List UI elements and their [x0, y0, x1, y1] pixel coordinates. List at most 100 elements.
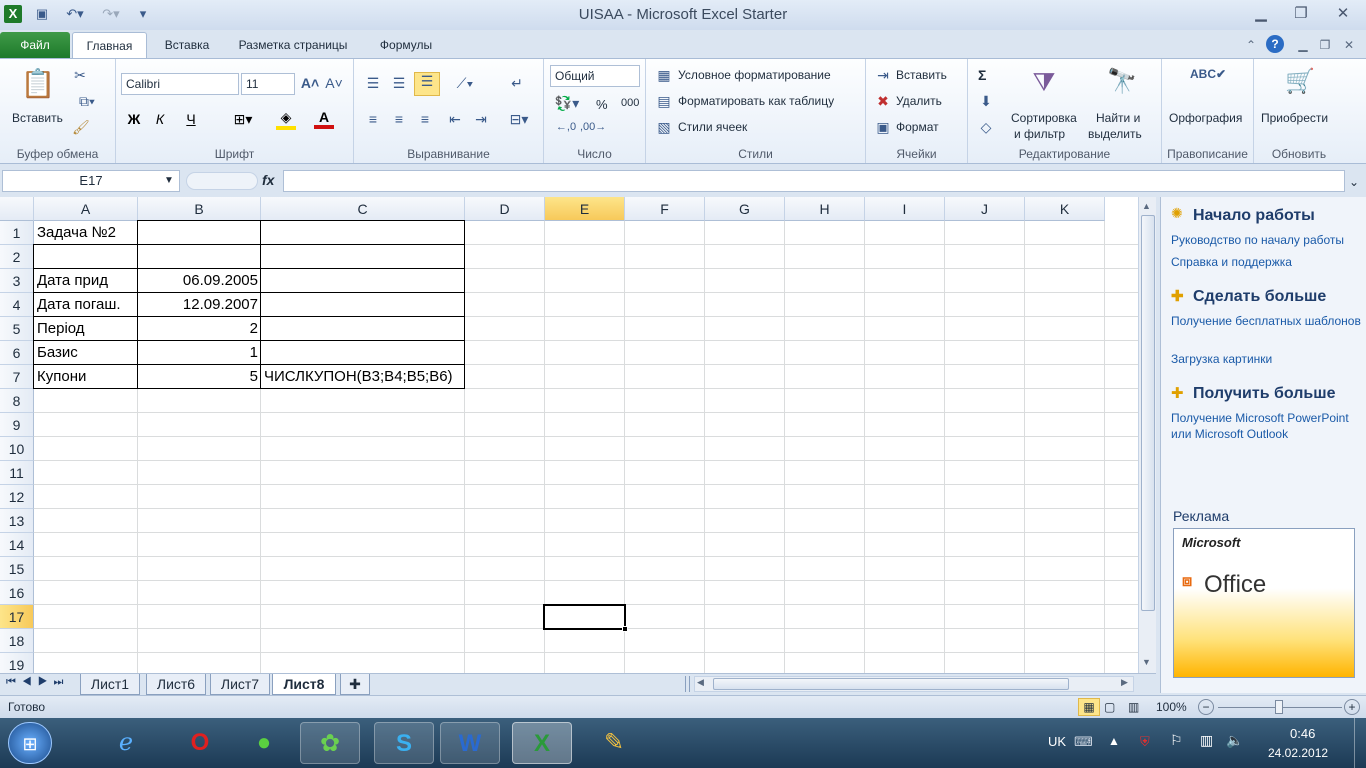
tab-page-layout[interactable]: Разметка страницы — [228, 32, 358, 58]
row-header-15[interactable]: 15 — [0, 557, 34, 581]
scroll-right-icon[interactable]: ▶ — [1121, 677, 1128, 688]
flag-icon[interactable]: ⚐ — [1170, 732, 1183, 749]
volume-icon[interactable]: 🔈 — [1226, 732, 1243, 749]
tab-home[interactable]: Главная — [72, 32, 147, 58]
spelling-icon[interactable]: ABC✔ — [1190, 67, 1226, 81]
select-all-corner[interactable] — [0, 197, 34, 221]
decrease-decimal-icon[interactable]: ,00→ — [580, 121, 606, 133]
show-desktop-button[interactable] — [1354, 718, 1366, 768]
row-header-6[interactable]: 6 — [0, 341, 34, 365]
fill-handle[interactable] — [622, 626, 628, 632]
row-header-8[interactable]: 8 — [0, 389, 34, 413]
tab-file[interactable]: Файл — [0, 32, 70, 58]
security-icon[interactable]: ⛨ — [1140, 734, 1150, 750]
shrink-font-icon[interactable]: A˅ — [324, 75, 344, 91]
normal-view-icon[interactable]: ▦ — [1078, 698, 1100, 716]
number-format-combo[interactable]: Общий — [550, 65, 640, 87]
row-header-5[interactable]: 5 — [0, 317, 34, 341]
spreadsheet-grid[interactable]: ABCDEFGHIJK 1 2 3 4 5 6 7 8 9 10 11 12 13 14 15 16 17 18 1… — [0, 197, 1138, 673]
insert-cells-icon[interactable]: ⇥ — [874, 67, 892, 84]
start-button-icon[interactable]: ⊞ — [8, 722, 52, 764]
font-size-combo[interactable]: 11 — [241, 73, 295, 95]
cell-A4[interactable]: Дата погаш. — [34, 293, 138, 317]
insert-function-icon[interactable]: fx — [262, 172, 274, 188]
conditional-format-button[interactable]: Условное форматирование — [678, 68, 831, 82]
horizontal-scrollbar[interactable]: ◀ ▶ — [694, 676, 1134, 692]
network-icon[interactable]: ▥ — [1200, 732, 1213, 749]
link-clipart[interactable]: Загрузка картинки — [1171, 351, 1361, 367]
row-header-14[interactable]: 14 — [0, 533, 34, 557]
column-header-I[interactable]: I — [865, 197, 945, 221]
sheet-tab-6[interactable]: Лист6 — [146, 674, 206, 695]
row-header-3[interactable]: 3 — [0, 269, 34, 293]
zoom-level[interactable]: 100% — [1156, 700, 1187, 714]
row-header-16[interactable]: 16 — [0, 581, 34, 605]
column-header-J[interactable]: J — [945, 197, 1025, 221]
align-left-icon[interactable]: ≡ — [364, 111, 382, 127]
wrap-text-icon[interactable]: ↵ — [506, 75, 528, 92]
tab-insert[interactable]: Вставка — [152, 32, 222, 58]
row-header-2[interactable]: 2 — [0, 245, 34, 269]
page-layout-view-icon[interactable]: ▢ — [1104, 700, 1115, 714]
sort-filter-label1[interactable]: Сортировка — [1011, 111, 1077, 125]
cell-A5[interactable]: Період — [34, 317, 138, 341]
row-header-18[interactable]: 18 — [0, 629, 34, 653]
increase-indent-icon[interactable]: ⇥ — [472, 111, 490, 128]
zoom-out-icon[interactable]: − — [1198, 699, 1214, 715]
font-color-icon[interactable]: A — [314, 109, 334, 129]
ie-icon[interactable]: ℯ — [96, 722, 156, 764]
purchase-icon[interactable]: 🛒 — [1282, 67, 1318, 96]
paste-button[interactable]: Вставить — [12, 111, 63, 125]
keyboard-icon[interactable]: ⌨ — [1074, 734, 1093, 750]
cell-B4[interactable]: 12.09.2007 — [138, 293, 261, 317]
font-name-combo[interactable]: Calibri — [121, 73, 239, 95]
fill-icon[interactable]: ⬇ — [976, 93, 996, 110]
increase-decimal-icon[interactable]: ←,0 — [554, 121, 578, 133]
vertical-scrollbar[interactable]: ▲ ▼ — [1138, 197, 1156, 673]
close-icon[interactable]: ✕ — [1330, 4, 1356, 24]
column-header-C[interactable]: C — [261, 197, 465, 221]
copy-icon[interactable]: ⧉▾ — [72, 93, 102, 110]
help-icon[interactable]: ? — [1266, 35, 1284, 53]
paste-icon[interactable]: 📋 — [20, 67, 56, 103]
row-header-19[interactable]: 19 — [0, 653, 34, 673]
insert-sheet-icon[interactable]: ✚ — [340, 674, 370, 695]
thousands-button[interactable]: 000 — [621, 97, 639, 109]
cell-A7[interactable]: Купони — [34, 365, 138, 389]
align-right-icon[interactable]: ≡ — [416, 111, 434, 127]
purchase-button[interactable]: Приобрести — [1261, 111, 1328, 125]
word-icon[interactable]: W — [440, 722, 500, 764]
cell-A1[interactable]: Задача №2 — [34, 221, 138, 245]
percent-button[interactable]: % — [596, 97, 608, 112]
row-header-1[interactable]: 1 — [0, 221, 34, 245]
align-bottom-icon[interactable]: ☰ — [414, 72, 440, 96]
underline-icon[interactable]: Ч — [176, 111, 206, 127]
office-ad-banner[interactable]: Microsoft ⧈ Office — [1173, 528, 1355, 678]
cell-A3[interactable]: Дата прид — [34, 269, 138, 293]
minimize-ribbon-icon[interactable]: ⌃ — [1244, 32, 1258, 58]
opera-icon[interactable]: O — [170, 722, 230, 764]
doc-close-icon[interactable]: ✕ — [1342, 32, 1356, 58]
sheet-tab-1[interactable]: Лист1 — [80, 674, 140, 695]
scroll-up-icon[interactable]: ▲ — [1142, 201, 1151, 211]
row-header-7[interactable]: 7 — [0, 365, 34, 389]
format-painter-icon[interactable]: 🖌 — [72, 119, 90, 136]
media-player-icon[interactable]: ● — [234, 722, 294, 764]
borders-icon[interactable]: ⊞▾ — [228, 111, 258, 128]
fill-color-icon[interactable]: ◈ — [276, 109, 296, 130]
align-top-icon[interactable]: ☰ — [364, 75, 382, 92]
orientation-icon[interactable]: ⟋▾ — [450, 75, 480, 92]
zoom-slider-thumb[interactable] — [1275, 700, 1283, 714]
doc-restore-icon[interactable]: ❐ — [1318, 32, 1332, 58]
decrease-indent-icon[interactable]: ⇤ — [446, 111, 464, 128]
sort-filter-label2[interactable]: и фильтр — [1014, 127, 1065, 141]
conditional-format-icon[interactable]: ▦ — [654, 67, 674, 84]
doc-minimize-icon[interactable]: ▁ — [1296, 32, 1310, 58]
notepad-icon[interactable]: ✎ — [584, 722, 644, 764]
minimize-icon[interactable]: ▁ — [1248, 4, 1274, 24]
sort-filter-icon[interactable]: ⧩ — [1026, 67, 1062, 99]
column-header-D[interactable]: D — [465, 197, 545, 221]
format-cells-icon[interactable]: ▣ — [874, 119, 892, 136]
format-cells-button[interactable]: Формат — [896, 120, 939, 134]
language-indicator[interactable]: UK — [1048, 734, 1066, 749]
